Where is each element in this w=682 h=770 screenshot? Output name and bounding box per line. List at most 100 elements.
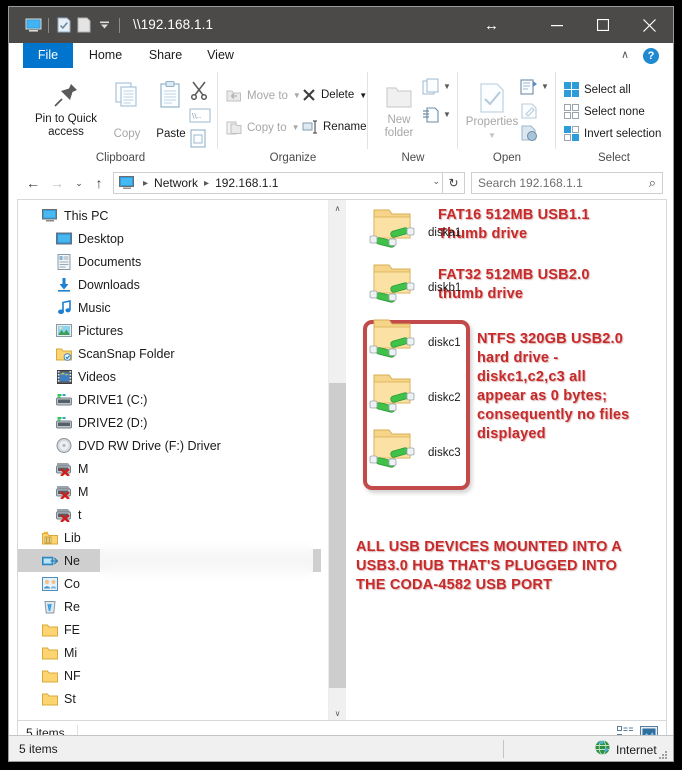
scansnap-folder-icon <box>56 346 72 362</box>
back-button[interactable]: ← <box>23 173 43 193</box>
help-icon[interactable]: ? <box>643 48 659 64</box>
share-item-diskc1[interactable]: diskc1 <box>356 314 606 369</box>
address-bar[interactable]: ▸ Network ▸ 192.168.1.1 ⌄ <box>113 172 443 194</box>
sidebar-item-label: Mi <box>64 645 78 660</box>
scroll-down-button[interactable]: ∨ <box>329 705 346 720</box>
group-label-select: Select <box>598 152 630 164</box>
tab-file[interactable]: File <box>23 43 73 68</box>
edit-button[interactable] <box>520 102 538 125</box>
share-item-diskc3[interactable]: diskc3 <box>356 424 606 479</box>
sidebar-item-label: Music <box>78 300 111 315</box>
select-all-button[interactable]: Select all <box>564 82 631 97</box>
sidebar-item-documents[interactable]: Documents <box>18 250 321 273</box>
sidebar-item-pictures[interactable]: Pictures <box>18 319 321 342</box>
qat-dropdown-icon[interactable] <box>94 15 114 35</box>
share-item-diskb1[interactable]: diskb1 <box>356 259 606 314</box>
sidebar-item-this-pc[interactable]: This PC <box>18 204 321 227</box>
copy-path-button[interactable]: \\.. <box>189 108 213 124</box>
delete-button[interactable]: Delete ▼ <box>302 88 367 102</box>
scroll-up-button[interactable]: ∧ <box>329 200 346 217</box>
qat-separator-1 <box>48 17 49 33</box>
sidebar-item-downloads[interactable]: Downloads <box>18 273 321 296</box>
chevron-down-icon[interactable]: ▼ <box>293 91 301 100</box>
sidebar-item-scansnap-folder[interactable]: ScanSnap Folder <box>18 342 321 365</box>
invert-selection-button[interactable]: Invert selection <box>564 126 661 141</box>
search-input[interactable]: Search 192.168.1.1 <box>478 176 583 190</box>
sidebar-item-dvd-rw-drive-f-driver[interactable]: DVD RW Drive (F:) Driver <box>18 434 321 457</box>
file-list-pane[interactable]: FAT16 512MB USB1.1 Thumb drive FAT32 512M… <box>346 200 666 720</box>
sidebar-item-drive2-d[interactable]: DRIVE2 (D:) <box>18 411 321 434</box>
up-button[interactable]: ↑ <box>89 173 109 193</box>
tab-share[interactable]: Share <box>138 43 193 68</box>
chevron-down-icon[interactable]: ▼ <box>359 91 367 100</box>
cut-button[interactable] <box>189 80 215 106</box>
breadcrumb-network[interactable]: Network <box>152 176 200 190</box>
properties-label: Properties <box>465 116 519 128</box>
group-label-new: New <box>401 152 425 164</box>
recent-locations-button[interactable]: ⌄ <box>69 173 89 193</box>
easy-access-button[interactable]: ▼ <box>422 106 451 123</box>
minimize-button[interactable] <box>534 7 580 43</box>
internet-globe-icon <box>595 740 610 760</box>
chevron-down-icon[interactable]: ▼ <box>541 82 549 91</box>
chevron-down-icon[interactable]: ⌄ <box>432 176 440 187</box>
paste-button[interactable]: Paste <box>149 80 193 141</box>
new-folder-icon[interactable] <box>74 15 94 35</box>
copy-button[interactable]: Copy <box>105 80 149 141</box>
navigation-pane-scrollbar[interactable]: ∧ ∨ <box>328 200 346 720</box>
properties-button[interactable]: Properties ▼ <box>464 82 520 142</box>
close-button[interactable] <box>626 7 672 43</box>
new-item-button[interactable]: ▼ <box>422 78 451 95</box>
forward-button[interactable]: → <box>47 173 67 193</box>
new-folder-label-line1: New <box>387 114 411 126</box>
share-item-label: diska1 <box>428 227 462 239</box>
scissors-icon <box>190 81 208 101</box>
chevron-up-icon[interactable]: ∧ <box>621 48 629 61</box>
history-button[interactable] <box>520 124 538 147</box>
share-item-label: diskc3 <box>428 447 461 459</box>
share-item-label: diskc2 <box>428 392 461 404</box>
redaction-blur-overlay <box>100 467 313 720</box>
select-none-button[interactable]: Select none <box>564 104 645 119</box>
paste-shortcut-button[interactable] <box>189 128 213 150</box>
qat-separator-2 <box>119 17 120 33</box>
security-zone[interactable]: Internet <box>595 740 657 760</box>
search-icon: ⌕ <box>648 175 656 190</box>
tab-view[interactable]: View <box>193 43 248 68</box>
chevron-down-icon[interactable]: ▼ <box>292 123 300 132</box>
pictures-icon <box>56 323 72 339</box>
open-button[interactable]: ▼ <box>520 78 549 95</box>
move-to-button[interactable]: Move to ▼ <box>226 88 301 103</box>
sidebar-item-desktop[interactable]: Desktop <box>18 227 321 250</box>
copy-to-button[interactable]: Copy to ▼ <box>226 120 300 135</box>
share-item-diskc2[interactable]: diskc2 <box>356 369 606 424</box>
copy-path-icon: \\.. <box>189 108 211 123</box>
chevron-down-icon[interactable]: ▼ <box>488 129 496 142</box>
computer-icon[interactable] <box>23 15 43 35</box>
network-share-folder-icon <box>366 371 418 420</box>
select-none-icon <box>564 104 579 119</box>
rename-button[interactable]: Rename <box>302 120 366 134</box>
refresh-button[interactable]: ↻ <box>443 172 465 194</box>
folder-icon <box>42 645 58 661</box>
chevron-down-icon[interactable]: ▼ <box>443 82 451 91</box>
rename-label: Rename <box>323 121 367 133</box>
disconnected-network-drive-icon <box>56 484 72 500</box>
scrollbar-thumb[interactable] <box>329 383 346 688</box>
share-item-label: diskb1 <box>428 282 462 294</box>
pin-to-quick-access-button[interactable]: Pin to Quick access <box>27 80 105 139</box>
pin-label-line1: Pin to Quick <box>35 113 97 125</box>
sidebar-item-music[interactable]: Music <box>18 296 321 319</box>
sidebar-item-drive1-c[interactable]: DRIVE1 (C:) <box>18 388 321 411</box>
share-item-diska1[interactable]: diska1 <box>356 204 606 259</box>
new-folder-button[interactable]: New folder <box>376 82 422 140</box>
search-box[interactable]: Search 192.168.1.1 ⌕ <box>471 172 663 194</box>
maximize-button[interactable] <box>580 7 626 43</box>
properties-icon[interactable] <box>54 15 74 35</box>
sidebar-item-videos[interactable]: Videos <box>18 365 321 388</box>
chevron-down-icon[interactable]: ▼ <box>443 110 451 119</box>
breadcrumb-host[interactable]: 192.168.1.1 <box>213 176 280 190</box>
resize-grip[interactable] <box>658 747 668 759</box>
tab-home[interactable]: Home <box>73 43 138 68</box>
music-icon <box>56 300 72 316</box>
